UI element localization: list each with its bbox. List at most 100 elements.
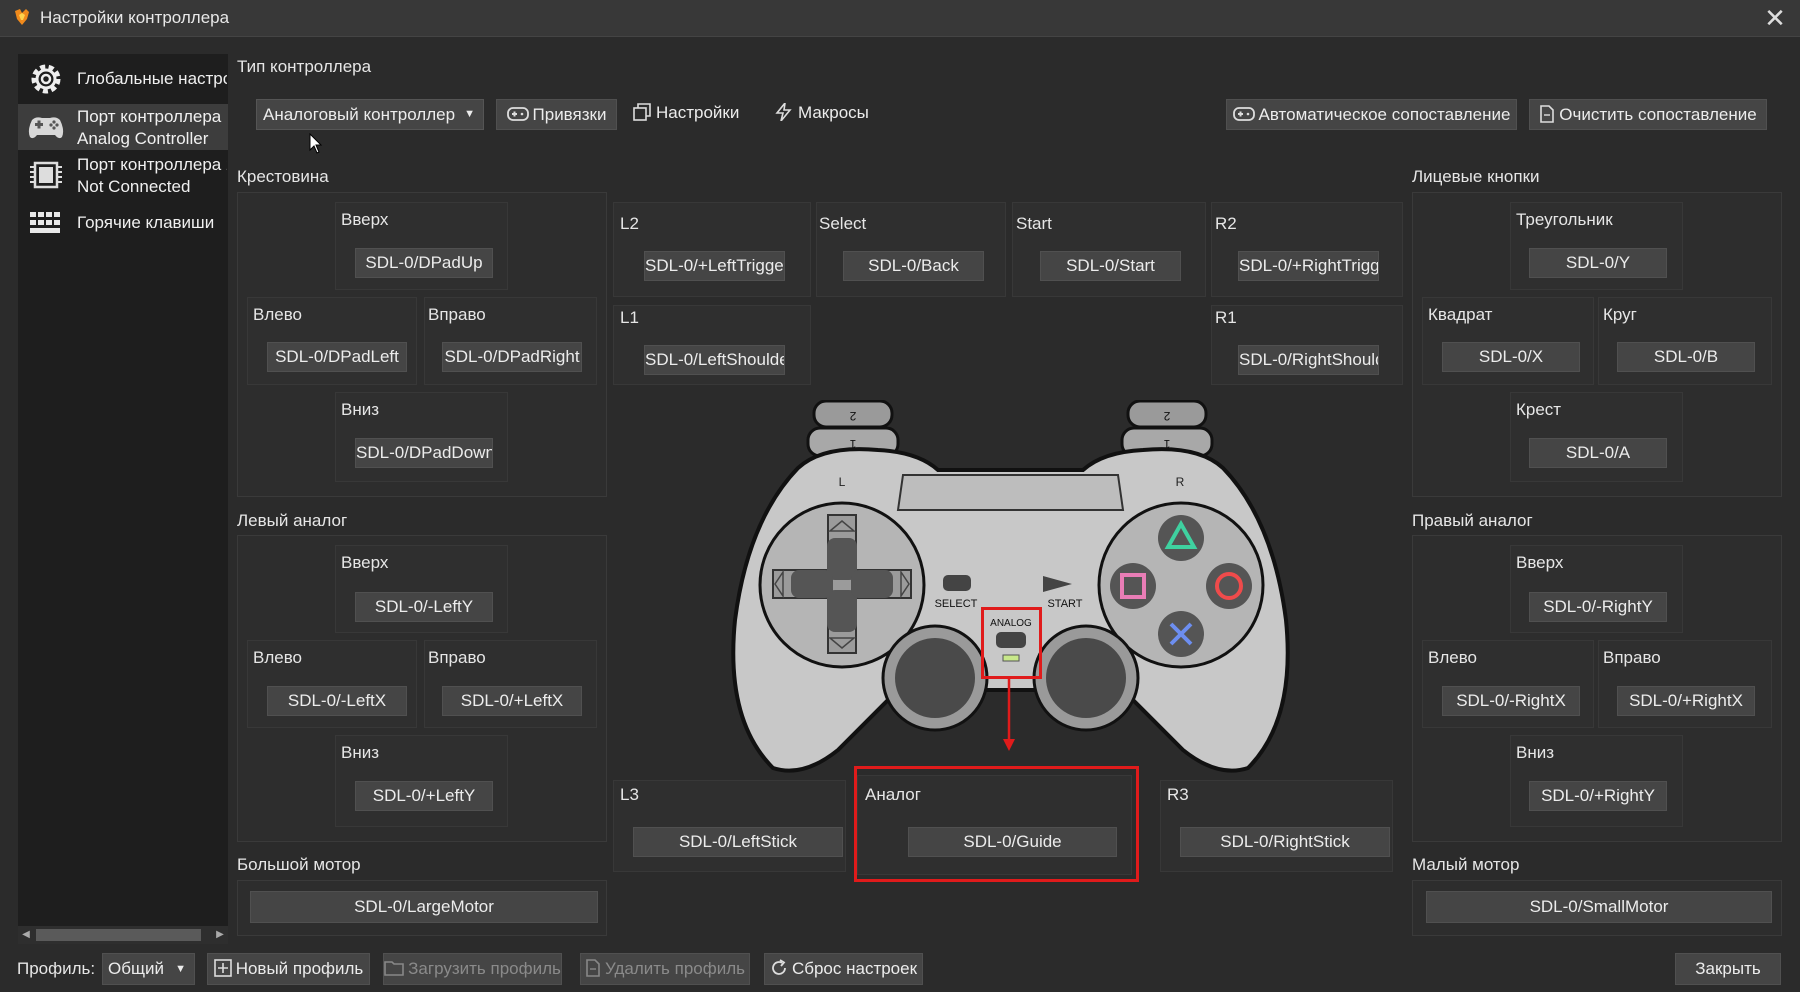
cross-binding[interactable]: SDL-0/A [1529,438,1667,468]
left-analog-up-binding[interactable]: SDL-0/-LeftY [355,592,493,622]
dpad-right-key [851,570,893,598]
add-icon [213,959,232,977]
scroll-left-icon[interactable]: ◀ [18,926,34,944]
macros-label: Макросы [798,103,869,122]
document-icon [1540,105,1555,123]
profile-select[interactable]: Общий ▼ [102,953,195,985]
macros-button[interactable]: Макросы [774,99,869,129]
select-label: Select [819,214,867,233]
r1-label: R1 [1215,308,1237,327]
sidebar-item-port-2[interactable]: Порт контроллера 2 Not Connected [18,152,228,198]
l2-binding[interactable]: SDL-0/+LeftTrigger [644,251,785,281]
scrollbar-thumb[interactable] [36,929,201,941]
sidebar-item-global-settings[interactable]: Глобальные настро [18,56,228,102]
scroll-right-icon[interactable]: ▶ [212,926,228,944]
left-analog-up-label: Вверх [341,553,389,572]
select-binding[interactable]: SDL-0/Back [843,251,984,281]
new-profile-button[interactable]: Новый профиль [207,953,370,985]
r3-binding[interactable]: SDL-0/RightStick [1180,827,1390,857]
dpad-left-label: Влево [253,305,303,324]
keyboard-icon [30,212,60,233]
l3-label: L3 [620,785,639,804]
small-motor-title: Малый мотор [1412,855,1520,874]
right-analog-down-binding[interactable]: SDL-0/+RightY [1529,781,1667,811]
clear-map-label: Очистить сопоставление [1559,105,1757,124]
r3-cell [1160,780,1393,872]
dpad-down-label: Вниз [341,400,380,419]
sidebar: Глобальные настро Порт контроллера Analo… [18,54,228,944]
l2-cell [613,202,811,297]
l1-label: L1 [620,308,639,327]
mouse-cursor-icon [309,133,323,154]
settings-button[interactable]: Настройки [632,99,739,129]
delete-profile-button[interactable]: Удалить профиль [580,953,750,985]
right-analog-right-binding[interactable]: SDL-0/+RightX [1617,686,1755,716]
l3-binding[interactable]: SDL-0/LeftStick [633,827,843,857]
left-analog-title: Левый аналог [237,511,348,530]
controller-type-select[interactable]: Аналоговый контроллер ▼ [256,99,484,130]
start-label: Start [1016,214,1052,233]
gamepad-icon [28,117,64,139]
left-analog-left-label: Влево [253,648,303,667]
r1-binding[interactable]: SDL-0/RightShoulder [1238,345,1379,375]
close-button[interactable]: Закрыть [1675,953,1781,985]
auto-map-label: Автоматическое сопоставление [1258,105,1511,124]
dpad-right-binding[interactable]: SDL-0/DPadRight [442,342,582,372]
l2-shoulder-text: 2 [849,409,856,423]
analog-binding-highlight [854,766,1139,882]
large-motor-title: Большой мотор [237,855,361,874]
profile-label: Профиль: [17,959,96,978]
sidebar-item-hotkeys[interactable]: Горячие клавиши [18,200,228,246]
start-text: START [1047,598,1082,610]
sidebar-item-label: Порт контроллера 2 [77,155,227,174]
r3-label: R3 [1167,785,1189,804]
controller-type-label: Тип контроллера [237,57,372,76]
triangle-binding[interactable]: SDL-0/Y [1529,248,1667,278]
window-title: Настройки контроллера [40,8,230,27]
bindings-button[interactable]: Привязки [496,99,617,130]
title-bar: Настройки контроллера ✕ [0,0,1800,37]
large-motor-binding[interactable]: SDL-0/LargeMotor [250,891,598,923]
profile-value: Общий [108,959,164,978]
sidebar-horizontal-scrollbar[interactable]: ◀ ▶ [18,926,228,944]
right-analog-left-binding[interactable]: SDL-0/-RightX [1442,686,1580,716]
circle-binding[interactable]: SDL-0/B [1617,342,1755,372]
controller-top-plate [896,474,1125,511]
sidebar-item-label: Глобальные настро [77,69,227,88]
clear-map-button[interactable]: Очистить сопоставление [1529,99,1767,130]
auto-map-button[interactable]: Автоматическое сопоставление [1226,99,1517,130]
circle-key [1206,563,1252,609]
small-motor-binding[interactable]: SDL-0/SmallMotor [1426,891,1772,923]
select-key [943,575,971,591]
l1-binding[interactable]: SDL-0/LeftShoulder [644,345,785,375]
left-analog-right-binding[interactable]: SDL-0/+LeftX [442,686,582,716]
r2-shoulder-text: 2 [1163,409,1170,423]
gear-icon [31,64,61,94]
left-analog-down-binding[interactable]: SDL-0/+LeftY [355,781,493,811]
load-profile-button[interactable]: Загрузить профиль [383,953,562,985]
document-remove-icon [586,959,600,977]
square-binding[interactable]: SDL-0/X [1442,342,1580,372]
folder-icon [384,961,404,976]
close-window-icon[interactable]: ✕ [1760,3,1790,33]
triangle-label: Треугольник [1516,210,1613,229]
dpad-down-binding[interactable]: SDL-0/DPadDown [355,438,493,468]
new-profile-label: Новый профиль [235,959,364,978]
r2-cell [1211,202,1403,297]
left-analog-left-binding[interactable]: SDL-0/-LeftX [267,686,407,716]
arrow-down-icon [1003,677,1015,751]
dpad-down-key [827,590,857,632]
start-binding[interactable]: SDL-0/Start [1040,251,1181,281]
left-analog-right-label: Вправо [428,648,486,667]
square-key [1110,563,1156,609]
right-analog-up-binding[interactable]: SDL-0/-RightY [1529,592,1667,622]
r2-binding[interactable]: SDL-0/+RightTrigger [1238,251,1379,281]
dpad-left-binding[interactable]: SDL-0/DPadLeft [267,342,407,372]
gamepad-small-icon [506,107,529,121]
reset-settings-button[interactable]: Сброс настроек [764,953,923,985]
right-analog-down-label: Вниз [1516,743,1555,762]
delete-profile-label: Удалить профиль [604,959,745,978]
dpad-up-binding[interactable]: SDL-0/DPadUp [355,248,493,278]
copy-window-icon [633,103,651,121]
sidebar-item-port-1[interactable]: Порт контроллера Analog Controller [18,104,228,150]
